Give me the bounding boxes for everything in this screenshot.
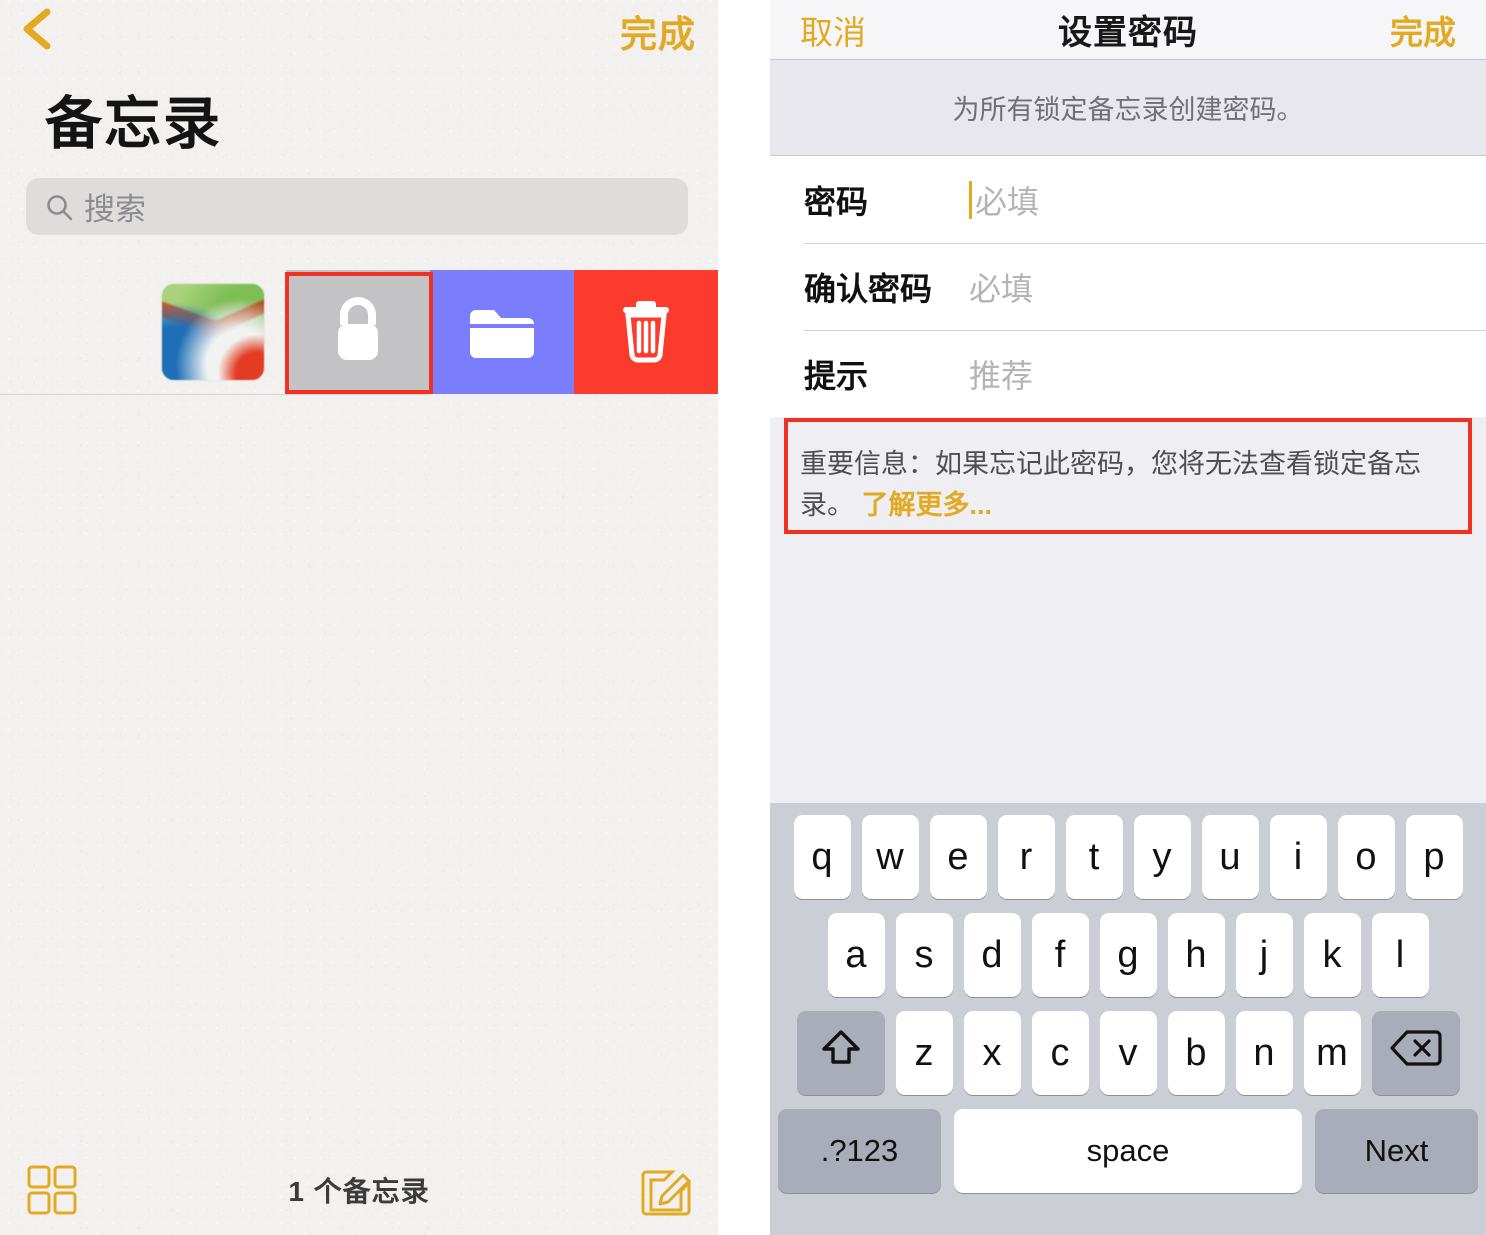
sheet-done-button[interactable]: 完成 <box>1390 6 1456 54</box>
password-row[interactable]: 密码 必填 <box>770 156 1486 243</box>
lock-icon <box>328 295 388 370</box>
hint-field-wrap[interactable]: 推荐 <box>969 351 1033 397</box>
hint-label: 提示 <box>804 357 869 394</box>
key-c[interactable]: c <box>1031 1011 1089 1095</box>
text-caret <box>969 180 972 219</box>
confirm-password-field-wrap[interactable]: 必填 <box>969 264 1033 310</box>
password-form: 密码 必填 确认密码 必填 提示 推荐 <box>770 156 1486 417</box>
key-a[interactable]: a <box>827 913 885 997</box>
key-g[interactable]: g <box>1099 913 1157 997</box>
key-r[interactable]: r <box>997 815 1055 899</box>
keyboard-row-4: .?123 space Next <box>770 1109 1486 1193</box>
backspace-icon <box>1389 1028 1442 1078</box>
swipe-action-delete[interactable] <box>574 270 718 394</box>
notes-bottom-toolbar: 1 个备忘录 <box>0 1145 718 1235</box>
key-j[interactable]: j <box>1235 913 1293 997</box>
key-t[interactable]: t <box>1065 815 1123 899</box>
key-d[interactable]: d <box>963 913 1021 997</box>
sheet-description-text: 为所有锁定备忘录创建密码。 <box>952 95 1304 125</box>
folder-icon <box>466 300 538 365</box>
chevron-left-icon[interactable] <box>18 6 58 52</box>
key-o[interactable]: o <box>1337 815 1395 899</box>
screenshot-root: 完成 备忘录 搜索 1 个备忘录 取消 设置密码 完成 为所有锁定备忘录创建密码… <box>0 0 1486 1235</box>
numbers-key[interactable]: .?123 <box>778 1109 941 1193</box>
swipe-action-move-to-folder[interactable] <box>430 270 574 394</box>
confirm-password-label: 确认密码 <box>804 270 933 307</box>
notes-count-label: 1 个备忘录 <box>288 1176 430 1207</box>
key-z[interactable]: z <box>895 1011 953 1095</box>
password-label: 密码 <box>804 183 869 220</box>
cancel-button[interactable]: 取消 <box>800 6 866 54</box>
note-thumbnail-wrap <box>0 270 286 394</box>
notes-top-bar: 完成 <box>0 0 718 62</box>
learn-more-link[interactable]: 了解更多... <box>862 490 993 520</box>
list-separator <box>0 394 430 395</box>
page-title: 备忘录 <box>45 92 222 156</box>
key-q[interactable]: q <box>793 815 851 899</box>
warning-section: 重要信息：如果忘记此密码，您将无法查看锁定备忘录。 了解更多... <box>770 418 1486 557</box>
keyboard-row-1: q w e r t y u i o p <box>770 815 1486 899</box>
key-f[interactable]: f <box>1031 913 1089 997</box>
sheet-header: 取消 设置密码 完成 <box>770 0 1486 60</box>
key-w[interactable]: w <box>861 815 919 899</box>
space-key[interactable]: space <box>954 1109 1302 1193</box>
password-field-wrap[interactable]: 必填 <box>969 177 1039 223</box>
key-k[interactable]: k <box>1303 913 1361 997</box>
note-list-item[interactable] <box>0 270 718 394</box>
search-placeholder: 搜索 <box>84 192 146 227</box>
key-l[interactable]: l <box>1371 913 1429 997</box>
return-key[interactable]: Next <box>1315 1109 1478 1193</box>
swipe-action-lock[interactable] <box>286 270 430 394</box>
compose-icon[interactable] <box>640 1163 692 1217</box>
panel-gap <box>718 0 770 1235</box>
key-x[interactable]: x <box>963 1011 1021 1095</box>
keyboard-row-2: a s d f g h j k l <box>770 913 1486 997</box>
set-password-panel: 取消 设置密码 完成 为所有锁定备忘录创建密码。 密码 必填 确认密码 必填 提… <box>770 0 1486 1235</box>
key-n[interactable]: n <box>1235 1011 1293 1095</box>
note-thumbnail <box>162 284 264 380</box>
key-m[interactable]: m <box>1303 1011 1361 1095</box>
key-s[interactable]: s <box>895 913 953 997</box>
key-y[interactable]: y <box>1133 815 1191 899</box>
key-p[interactable]: p <box>1405 815 1463 899</box>
trash-icon <box>617 295 675 370</box>
shift-key[interactable] <box>796 1011 885 1095</box>
backspace-key[interactable] <box>1371 1011 1460 1095</box>
key-u[interactable]: u <box>1201 815 1259 899</box>
virtual-keyboard: q w e r t y u i o p a s d f g h j k l z … <box>770 803 1486 1235</box>
notes-list-panel: 完成 备忘录 搜索 1 个备忘录 <box>0 0 718 1235</box>
hint-row[interactable]: 提示 推荐 <box>770 330 1486 417</box>
keyboard-row-3: z x c v b n m <box>770 1011 1486 1095</box>
grid-view-icon[interactable] <box>26 1164 78 1216</box>
sheet-description: 为所有锁定备忘录创建密码。 <box>770 60 1486 156</box>
search-input[interactable]: 搜索 <box>26 178 688 235</box>
key-v[interactable]: v <box>1099 1011 1157 1095</box>
warning-text-block: 重要信息：如果忘记此密码，您将无法查看锁定备忘录。 了解更多... <box>800 444 1456 526</box>
key-b[interactable]: b <box>1167 1011 1225 1095</box>
key-i[interactable]: i <box>1269 815 1327 899</box>
shift-icon <box>820 1027 862 1079</box>
search-icon <box>44 192 74 222</box>
password-placeholder: 必填 <box>975 183 1040 220</box>
confirm-password-placeholder: 必填 <box>969 270 1034 307</box>
done-button[interactable]: 完成 <box>620 4 696 58</box>
hint-placeholder: 推荐 <box>969 357 1034 394</box>
key-e[interactable]: e <box>929 815 987 899</box>
confirm-password-row[interactable]: 确认密码 必填 <box>770 243 1486 330</box>
sheet-title: 设置密码 <box>1058 14 1198 52</box>
key-h[interactable]: h <box>1167 913 1225 997</box>
